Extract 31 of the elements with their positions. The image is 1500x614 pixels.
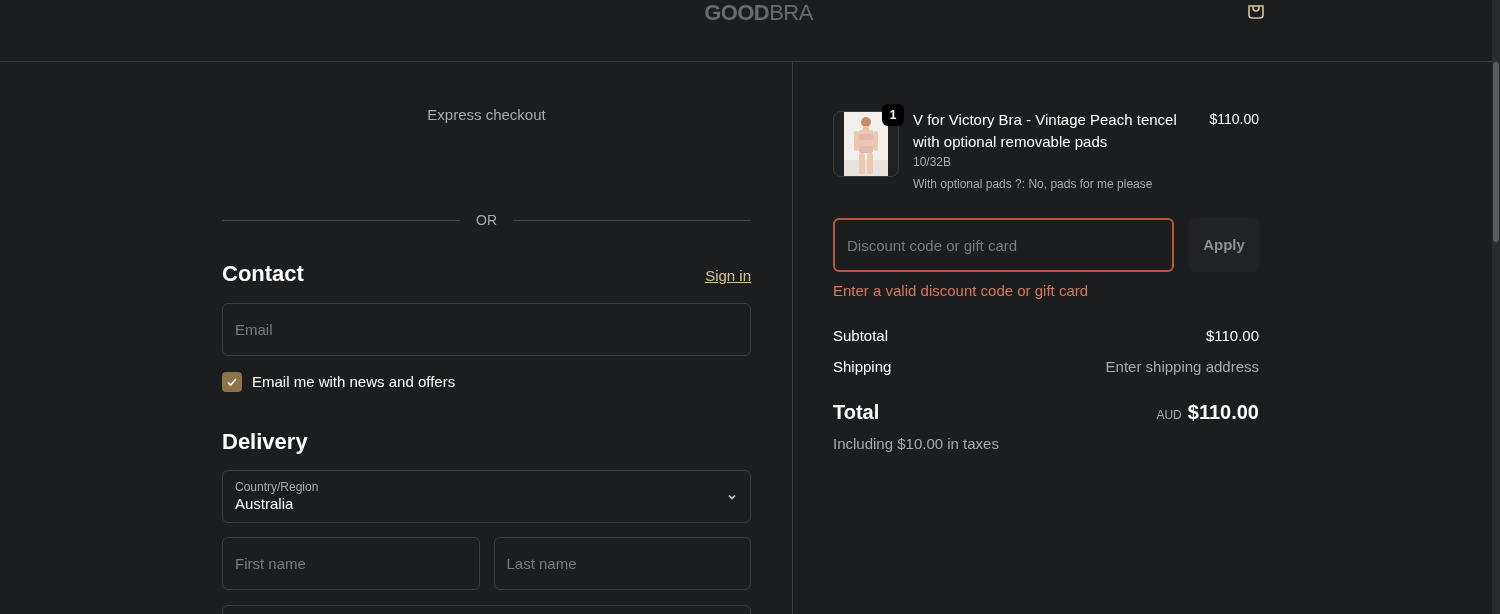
text-field[interactable]: Last name: [493, 537, 751, 590]
product-variant: 10/32B: [913, 154, 953, 171]
currency-code: AUD: [1156, 406, 1182, 424]
sign-in-link[interactable]: Sign in: [705, 265, 751, 288]
field-label: Country/Region: [235, 479, 319, 495]
product-price: $110.00: [1209, 110, 1259, 129]
tax-note: Including $10.00 in taxes: [833, 433, 1000, 454]
section-heading: Delivery: [222, 428, 309, 456]
scrollbar[interactable]: [1492, 0, 1500, 614]
product-option: With optional pads ?: No, pads for me please: [913, 175, 1196, 193]
section-title: Express checkout: [426, 105, 547, 125]
scrollbar-thumb[interactable]: [1493, 62, 1499, 242]
product-title: V for Victory Bra - Vintage Peach tencel with optional removable pads: [913, 110, 1178, 152]
text-field[interactable]: First name: [222, 537, 480, 590]
summary-value: Enter shipping address: [1105, 357, 1259, 377]
discount-field[interactable]: Discount code or gift card: [833, 218, 1174, 272]
total-label: Total: [833, 399, 880, 425]
checkbox[interactable]: [222, 371, 242, 392]
checkbox-label: Email me with news and offers: [252, 371, 456, 392]
summary-value: $110.00: [1205, 325, 1259, 346]
divider-label: OR: [476, 210, 497, 230]
field-value: Australia: [235, 494, 295, 514]
quantity-badge: 1: [882, 104, 904, 126]
summary-label: Shipping: [833, 357, 892, 377]
summary-label: Subtotal: [833, 325, 889, 346]
error-message: Enter a valid discount code or gift card: [833, 281, 1090, 301]
section-heading: Contact: [222, 259, 304, 288]
total-value: $110.00: [1187, 399, 1259, 425]
text-field[interactable]: Email: [222, 302, 751, 356]
country-select[interactable]: Country/Region Australia: [222, 470, 751, 523]
apply-button[interactable]: Apply: [1189, 218, 1259, 272]
